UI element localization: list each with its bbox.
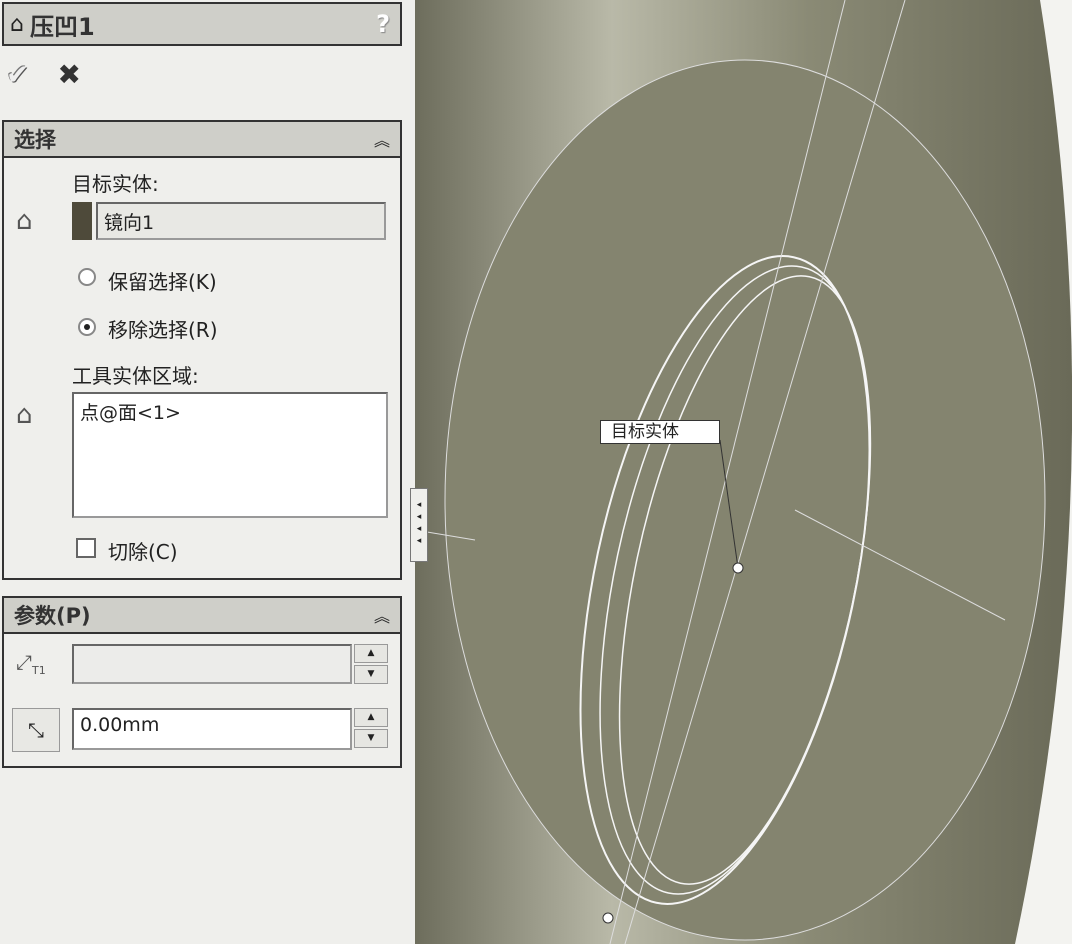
reverse-direction-icon: ⤡ [28,718,44,742]
model-face [444,59,1046,941]
thickness-down-button[interactable]: ▼ [354,665,388,684]
parameters-group: 参数(P) ︽ ⤢T1 ▲ ▼ ⤡ 0.00mm ▲ ▼ [2,596,402,768]
collapse-chevron-icon[interactable]: ︽ [374,127,390,151]
target-body-field[interactable]: 镜向1 [96,202,386,240]
selection-group-title: 选择 [14,128,56,152]
collapse-chevron-icon[interactable]: ︽ [374,603,390,627]
target-body-label: 目标实体: [72,172,159,196]
tool-body-label: 工具实体区域: [72,364,199,388]
property-manager: ⌂ 压凹1 ? ✔ ✖ 选择 ︽ 目标实体: ⌂ 镜向1 保留选择(K) 移除选… [0,0,410,944]
cancel-close-icon[interactable]: ✖ [57,58,80,91]
body-icon: ⌂ [16,206,33,236]
target-body-callout: 目标实体 [600,420,720,444]
selection-group: 选择 ︽ 目标实体: ⌂ 镜向1 保留选择(K) 移除选择(R) 工具实体区域:… [2,120,402,580]
thickness-input[interactable] [72,644,352,684]
tool-body-list[interactable]: 点@面<1> [72,392,388,518]
clearance-down-button[interactable]: ▼ [354,729,388,748]
indent-feature-icon: ⌂ [10,11,24,37]
thickness-icon: ⤢T1 [16,650,46,677]
model-render [415,0,1072,944]
pick-point-marker [732,562,744,574]
cut-label[interactable]: 切除(C) [108,536,178,565]
keep-selection-label[interactable]: 保留选择(K) [108,266,217,295]
pick-point-marker [602,912,614,924]
remove-selection-label[interactable]: 移除选择(R) [108,314,218,343]
ok-check-icon[interactable]: ✔ [6,58,29,91]
remove-selection-radio[interactable] [78,318,96,336]
feature-title-bar: ⌂ 压凹1 ? [2,2,402,46]
help-button[interactable]: ? [376,10,390,38]
selection-group-header[interactable]: 选择 ︽ [4,122,400,158]
graphics-viewport[interactable] [415,0,1072,944]
clearance-up-button[interactable]: ▲ [354,708,388,727]
thickness-up-button[interactable]: ▲ [354,644,388,663]
parameters-group-title: 参数(P) [14,604,91,628]
cut-checkbox[interactable] [76,538,96,558]
panel-collapse-handle[interactable]: ◂ ◂ ◂ ◂ [410,488,428,562]
keep-selection-radio[interactable] [78,268,96,286]
parameters-group-header[interactable]: 参数(P) ︽ [4,598,400,634]
target-color-swatch [72,202,92,240]
tool-body-icon: ⌂ [16,400,33,430]
clearance-direction-button[interactable]: ⤡ [12,708,60,752]
feature-title: 压凹1 [29,12,95,41]
clearance-input[interactable]: 0.00mm [72,708,352,750]
